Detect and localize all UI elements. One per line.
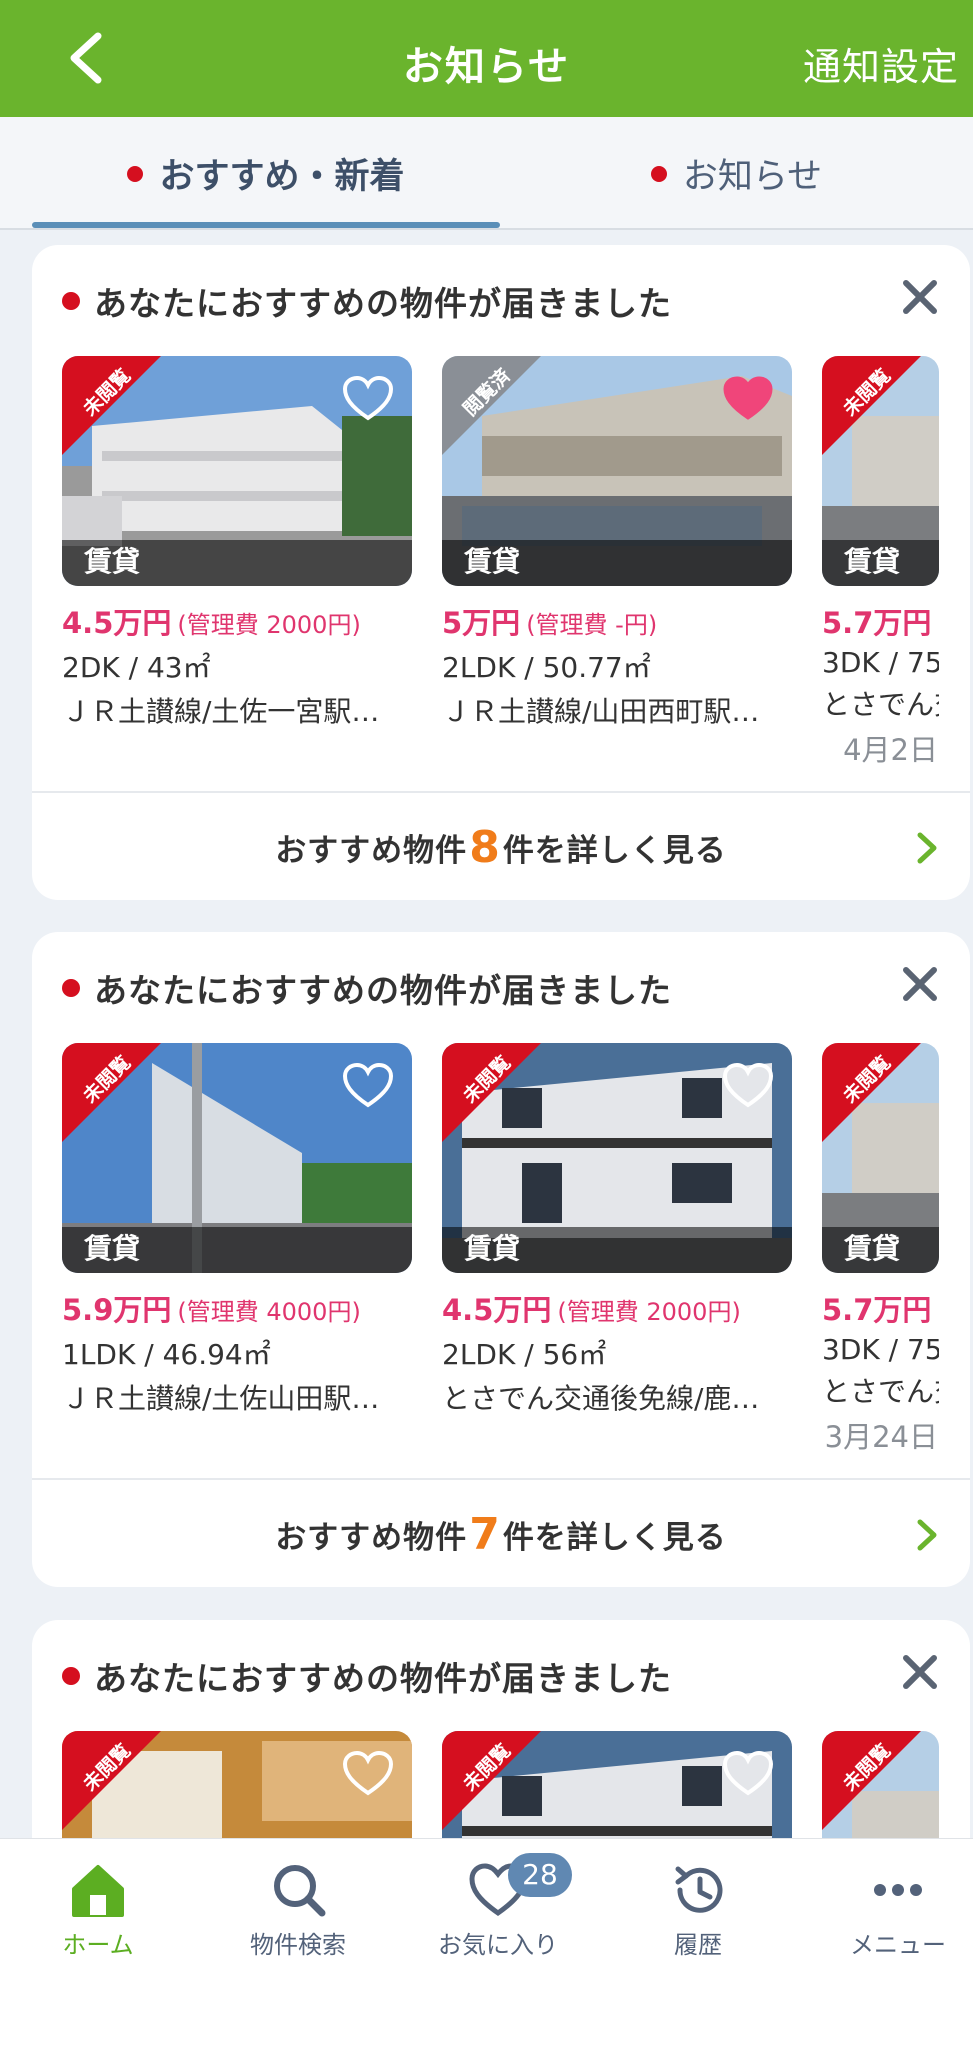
notification-date: 3月24日 <box>824 1420 938 1454</box>
unread-dot-icon <box>127 165 144 182</box>
layout-area: 3DK / 75 <box>822 646 939 679</box>
chevron-right-icon <box>917 1519 937 1551</box>
listing-type-label: 賃貸 <box>464 1232 521 1265</box>
property-item[interactable]: 未閲覧 賃貸 5.7万円 3DK / 75 とさでん交 <box>822 356 939 723</box>
app-header: お知らせ 通知設定 <box>0 0 973 117</box>
see-more-link[interactable]: おすすめ物件 8 件を詳しく見る <box>32 793 970 900</box>
property-item[interactable]: 閲覧済 賃貸 5万円 (管理費 -円) 2LDK / 50.77㎡ ＪＲ土讃線/山… <box>442 356 792 730</box>
price: 5.7万円 <box>822 606 932 640</box>
nav-menu[interactable]: メニュー <box>818 1861 973 1960</box>
card-title: あなたにおすすめの物件が届きました <box>62 277 672 325</box>
unread-dot-icon <box>62 1667 80 1685</box>
price: 5万円 (管理費 -円) <box>442 606 658 640</box>
price: 4.5万円 (管理費 2000円) <box>62 606 361 640</box>
nav-history[interactable]: 履歴 <box>618 1861 778 1960</box>
price: 5.7万円 <box>822 1293 932 1327</box>
station-access: とさでん交通後免線/鹿… <box>442 1382 760 1415</box>
station-access: ＪＲ土讃線/山田西町駅… <box>442 695 760 728</box>
close-icon[interactable] <box>900 277 940 317</box>
favorite-heart-filled-icon[interactable] <box>722 376 774 422</box>
layout-area: 2LDK / 56㎡ <box>442 1338 607 1371</box>
price: 4.5万円 (管理費 2000円) <box>442 1293 741 1327</box>
favorite-heart-icon[interactable] <box>342 1751 394 1797</box>
listing-type-label: 賃貸 <box>84 545 141 578</box>
unread-badge: 未閲覧 <box>62 356 162 456</box>
nav-favorites[interactable]: お気に入り 28 <box>418 1853 578 1960</box>
bottom-navigation: ホーム 物件検索 お気に入り 28 履歴 メニュー <box>0 1838 973 2048</box>
property-photo[interactable]: 未閲覧 賃貸 <box>822 356 939 586</box>
listing-type-label: 賃貸 <box>844 1232 901 1265</box>
layout-area: 1LDK / 46.94㎡ <box>62 1338 271 1371</box>
layout-area: 2LDK / 50.77㎡ <box>442 651 651 684</box>
history-icon <box>675 1866 723 1913</box>
station-access: ＪＲ土讃線/土佐一宮駅… <box>62 695 380 728</box>
unread-dot-icon <box>62 979 80 997</box>
listing-type-label: 賃貸 <box>464 545 521 578</box>
price: 5.9万円 (管理費 4000円) <box>62 1293 361 1327</box>
unread-badge: 未閲覧 <box>822 1043 922 1143</box>
card-title-text: あなたにおすすめの物件が届きました <box>94 971 672 1010</box>
station-access: とさでん交 <box>822 688 939 721</box>
property-item[interactable]: 未閲覧 賃貸 4.5万円 (管理費 2000円) 2LDK / 56㎡ とさでん交… <box>442 1043 792 1417</box>
property-item[interactable]: 未閲覧 賃貸 5.9万円 (管理費 4000円) 1LDK / 46.94㎡ ＪＲ… <box>62 1043 412 1417</box>
property-photo[interactable]: 未閲覧 賃貸 <box>442 1043 792 1273</box>
recommended-count: 8 <box>469 821 501 873</box>
card-title: あなたにおすすめの物件が届きました <box>62 1652 672 1700</box>
property-item[interactable]: 未閲覧 賃貸 4.5万円 (管理費 2000円) 2DK / 43㎡ ＪＲ土讃線/… <box>62 356 412 730</box>
tab-label: お知らせ <box>682 157 823 197</box>
property-photo[interactable]: 未閲覧 賃貸 <box>62 356 412 586</box>
notification-settings-link[interactable]: 通知設定 <box>803 36 959 91</box>
property-photo[interactable]: 未閲覧 賃貸 <box>62 1043 412 1273</box>
station-access: ＪＲ土讃線/土佐山田駅… <box>62 1382 380 1415</box>
active-tab-indicator <box>32 222 500 228</box>
tab-recommended[interactable]: おすすめ・新着 <box>32 117 500 230</box>
nav-home[interactable]: ホーム <box>18 1861 178 1960</box>
listing-type-label: 賃貸 <box>84 1232 141 1265</box>
favorites-count-badge: 28 <box>508 1853 572 1897</box>
chevron-right-icon <box>917 832 937 864</box>
unread-badge: 未閲覧 <box>442 1043 542 1143</box>
tab-label: おすすめ・新着 <box>159 157 405 197</box>
recommendation-card: あなたにおすすめの物件が届きました 未閲覧 賃貸 5.9万円 (管理費 4000円… <box>32 932 970 1587</box>
property-photo[interactable]: 閲覧済 賃貸 <box>442 356 792 586</box>
unread-badge: 未閲覧 <box>62 1043 162 1143</box>
station-access: とさでん交 <box>822 1375 939 1408</box>
search-icon <box>274 1865 326 1917</box>
recommendation-card: あなたにおすすめの物件が届きました 未閲覧 賃貸 4.5万円 (管理費 2000円… <box>32 245 970 900</box>
favorite-heart-icon[interactable] <box>722 1751 774 1797</box>
more-icon <box>874 1884 922 1896</box>
nav-property-search[interactable]: 物件検索 <box>218 1861 378 1960</box>
recommended-count: 7 <box>469 1508 501 1560</box>
card-title-text: あなたにおすすめの物件が届きました <box>94 284 672 323</box>
home-icon <box>72 1865 124 1917</box>
close-icon[interactable] <box>900 1652 940 1692</box>
notification-date: 4月2日 <box>843 733 938 767</box>
unread-dot-icon <box>62 292 80 310</box>
tab-bar: おすすめ・新着 お知らせ <box>0 117 973 230</box>
listing-type-label: 賃貸 <box>844 545 901 578</box>
property-photo[interactable]: 未閲覧 賃貸 <box>822 1043 939 1273</box>
unread-badge: 未閲覧 <box>442 1731 542 1831</box>
tab-notices[interactable]: お知らせ <box>500 117 973 230</box>
unread-badge: 未閲覧 <box>822 1731 922 1831</box>
card-title-text: あなたにおすすめの物件が届きました <box>94 1659 672 1698</box>
close-icon[interactable] <box>900 964 940 1004</box>
see-more-link[interactable]: おすすめ物件 7 件を詳しく見る <box>32 1480 970 1587</box>
favorite-heart-icon[interactable] <box>722 1063 774 1109</box>
layout-area: 3DK / 75 <box>822 1333 939 1366</box>
property-item[interactable]: 未閲覧 賃貸 5.7万円 3DK / 75 とさでん交 <box>822 1043 939 1410</box>
unread-badge: 未閲覧 <box>822 356 922 456</box>
favorite-heart-icon[interactable] <box>342 376 394 422</box>
unread-badge: 未閲覧 <box>62 1731 162 1831</box>
viewed-badge: 閲覧済 <box>442 356 542 456</box>
card-title: あなたにおすすめの物件が届きました <box>62 964 672 1012</box>
unread-dot-icon <box>650 165 667 182</box>
favorite-heart-icon[interactable] <box>342 1063 394 1109</box>
layout-area: 2DK / 43㎡ <box>62 651 211 684</box>
